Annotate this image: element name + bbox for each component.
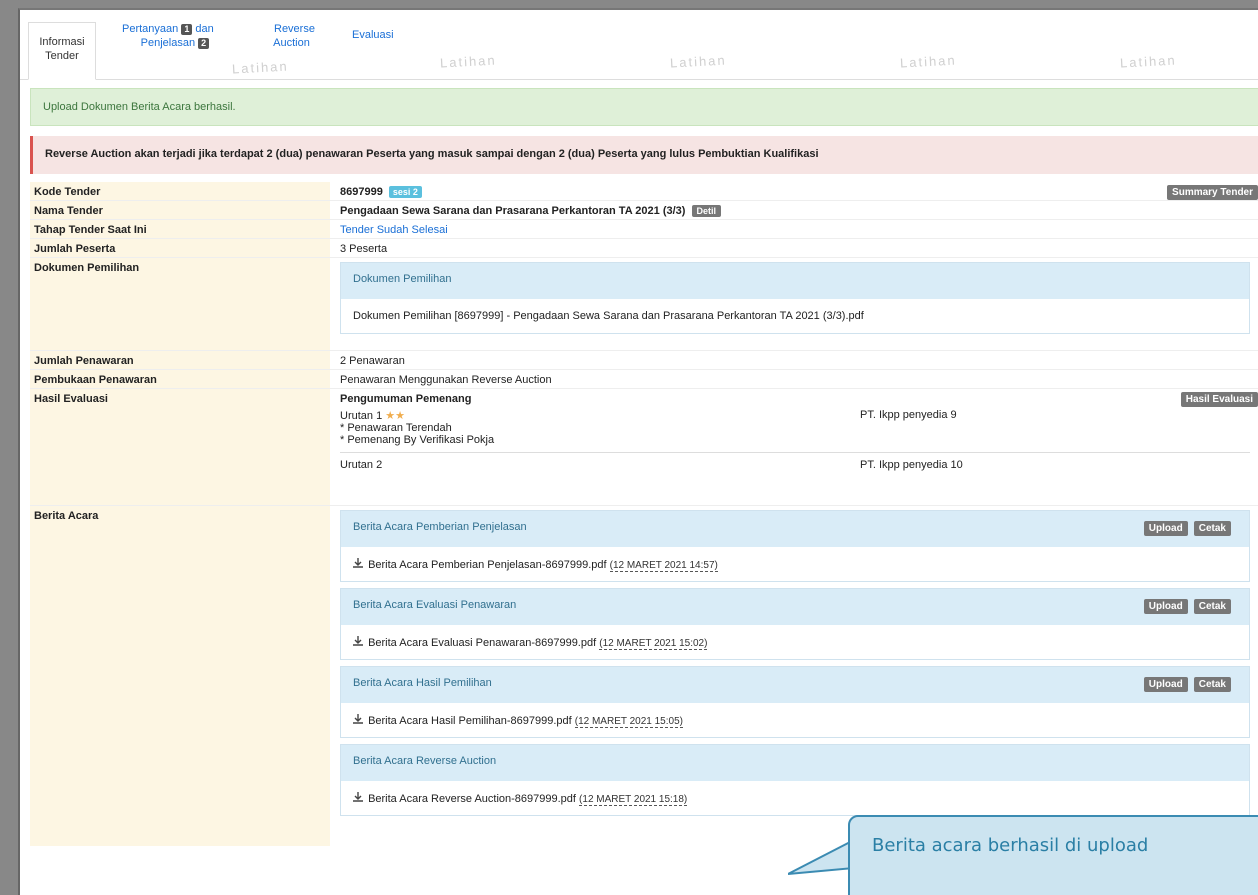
row-hasil-evaluasi: Hasil Evaluasi Pengumuman Pemenang Hasil… xyxy=(30,389,1258,506)
tahap-tender-label: Tahap Tender Saat Ini xyxy=(30,220,330,238)
berita-acara-title: Berita Acara Pemberian Penjelasan xyxy=(353,521,527,533)
reverse-auction-warning: Reverse Auction akan terjadi jika terdap… xyxy=(30,136,1258,174)
tab-informasi-line2: Tender xyxy=(45,50,79,62)
tab-evaluasi-label: Evaluasi xyxy=(352,29,394,41)
upload-button[interactable]: Upload xyxy=(1143,599,1188,614)
upload-button[interactable]: Upload xyxy=(1143,677,1188,692)
download-icon xyxy=(353,792,365,805)
tab-reverse-auction[interactable]: Reverse Auction xyxy=(268,22,315,50)
row-jumlah-peserta: Jumlah Peserta 3 Peserta xyxy=(30,239,1258,258)
summary-tender-button[interactable]: Summary Tender xyxy=(1167,185,1258,200)
sesi-badge: sesi 2 xyxy=(388,186,422,198)
watermark: Latihan xyxy=(669,52,728,71)
jumlah-peserta-value: 3 Peserta xyxy=(340,243,388,255)
berita-acara-panel: Berita Acara Reverse Auction Berita Acar… xyxy=(340,744,1250,816)
berita-acara-panel: Berita Acara Evaluasi Penawaran Upload C… xyxy=(340,588,1250,660)
tab-bar: Informasi Tender Pertanyaan 1 dan Penjel… xyxy=(20,10,1258,80)
penjelasan-count-badge: 2 xyxy=(198,38,210,49)
tahap-tender-link[interactable]: Tender Sudah Selesai xyxy=(340,224,448,236)
dokumen-pemilihan-label: Dokumen Pemilihan xyxy=(30,258,330,350)
row-kode-tender: Kode Tender 8697999 sesi 2 Summary Tende… xyxy=(30,182,1258,201)
jumlah-penawaran-label: Jumlah Penawaran xyxy=(30,351,330,369)
row-tahap-tender: Tahap Tender Saat Ini Tender Sudah Seles… xyxy=(30,220,1258,239)
success-alert: Upload Dokumen Berita Acara berhasil. xyxy=(30,88,1258,126)
urutan-1-note-2: * Pemenang By Verifikasi Pokja xyxy=(340,434,495,446)
dokumen-panel-title: Dokumen Pemilihan xyxy=(341,263,1249,299)
tab-pertanyaan-label: Pertanyaan xyxy=(122,23,179,35)
berita-acara-label: Berita Acara xyxy=(30,506,330,846)
tab-evaluasi[interactable]: Evaluasi xyxy=(352,28,394,42)
berita-acara-title: Berita Acara Reverse Auction xyxy=(353,755,497,767)
watermark: Latihan xyxy=(439,52,498,71)
upload-success-callout: Berita acara berhasil di upload xyxy=(848,815,1258,895)
row-nama-tender: Nama Tender Pengadaan Sewa Sarana dan Pr… xyxy=(30,201,1258,220)
row-berita-acara: Berita Acara Berita Acara Pemberian Penj… xyxy=(30,506,1258,846)
urutan-1-label: Urutan 1 xyxy=(340,410,383,422)
jumlah-peserta-label: Jumlah Peserta xyxy=(30,239,330,257)
nama-tender-label: Nama Tender xyxy=(30,201,330,219)
berita-acara-file[interactable]: Berita Acara Hasil Pemilihan-8697999.pdf xyxy=(368,715,572,727)
watermark: Latihan xyxy=(231,58,290,77)
dokumen-pemilihan-file[interactable]: Dokumen Pemilihan [8697999] - Pengadaan … xyxy=(353,310,864,322)
jumlah-penawaran-value: 2 Penawaran xyxy=(340,355,405,367)
pertanyaan-count-badge: 1 xyxy=(181,24,193,35)
tab-penjelasan-label: Penjelasan xyxy=(140,37,196,49)
berita-acara-file[interactable]: Berita Acara Evaluasi Penawaran-8697999.… xyxy=(368,637,596,649)
download-icon xyxy=(353,636,365,649)
hasil-evaluasi-label: Hasil Evaluasi xyxy=(30,389,330,505)
cetak-button[interactable]: Cetak xyxy=(1193,677,1231,692)
berita-acara-panel: Berita Acara Pemberian Penjelasan Upload… xyxy=(340,510,1250,582)
urutan-1-note-1: * Penawaran Terendah xyxy=(340,422,452,434)
kode-tender-value: 8697999 xyxy=(340,186,383,198)
pengumuman-pemenang-title: Pengumuman Pemenang xyxy=(340,393,472,405)
kode-tender-label: Kode Tender xyxy=(30,182,330,200)
cetak-button[interactable]: Cetak xyxy=(1193,521,1231,536)
urutan-2-label: Urutan 2 xyxy=(340,459,383,471)
pembukaan-penawaran-label: Pembukaan Penawaran xyxy=(30,370,330,388)
tab-informasi-line1: Informasi xyxy=(39,36,85,48)
dokumen-pemilihan-panel: Dokumen Pemilihan Dokumen Pemilihan [869… xyxy=(340,262,1250,334)
urutan-1-row: Urutan 1 ★★ * Penawaran Terendah * Pemen… xyxy=(340,405,1250,446)
hasil-evaluasi-button[interactable]: Hasil Evaluasi xyxy=(1180,392,1258,407)
berita-acara-file[interactable]: Berita Acara Pemberian Penjelasan-869799… xyxy=(368,559,607,571)
star-icon: ★★ xyxy=(385,410,405,422)
tab-pertanyaan-dan: dan xyxy=(195,23,214,35)
berita-acara-panel: Berita Acara Hasil Pemilihan Upload Ceta… xyxy=(340,666,1250,738)
tab-reverse-line2: Auction xyxy=(273,37,310,49)
berita-acara-date: (12 MARET 2021 15:18) xyxy=(579,794,688,806)
nama-tender-value: Pengadaan Sewa Sarana dan Prasarana Perk… xyxy=(340,205,686,217)
berita-acara-title: Berita Acara Evaluasi Penawaran xyxy=(353,599,517,611)
urutan-1-peserta: PT. Ikpp penyedia 9 xyxy=(860,409,957,421)
berita-acara-date: (12 MARET 2021 15:02) xyxy=(599,638,708,650)
watermark: Latihan xyxy=(899,52,958,71)
tab-informasi-tender[interactable]: Informasi Tender xyxy=(28,22,96,80)
cetak-button[interactable]: Cetak xyxy=(1193,599,1231,614)
download-icon xyxy=(353,558,365,571)
row-jumlah-penawaran: Jumlah Penawaran 2 Penawaran xyxy=(30,351,1258,370)
berita-acara-date: (12 MARET 2021 14:57) xyxy=(609,560,718,572)
upload-button[interactable]: Upload xyxy=(1143,521,1188,536)
berita-acara-file[interactable]: Berita Acara Reverse Auction-8697999.pdf xyxy=(368,793,576,805)
download-icon xyxy=(353,714,365,727)
tab-reverse-line1: Reverse xyxy=(274,23,315,35)
row-pembukaan-penawaran: Pembukaan Penawaran Penawaran Menggunaka… xyxy=(30,370,1258,389)
tab-pertanyaan-penjelasan[interactable]: Pertanyaan 1 dan Penjelasan 2 xyxy=(122,22,214,50)
tender-page: Informasi Tender Pertanyaan 1 dan Penjel… xyxy=(18,8,1258,895)
pembukaan-penawaran-value: Penawaran Menggunakan Reverse Auction xyxy=(340,374,552,386)
berita-acara-date: (12 MARET 2021 15:05) xyxy=(574,716,683,728)
tender-info-table: Kode Tender 8697999 sesi 2 Summary Tende… xyxy=(30,182,1258,846)
watermark: Latihan xyxy=(1119,52,1178,71)
urutan-2-row: Urutan 2 PT. Ikpp penyedia 10 xyxy=(340,452,1250,471)
row-dokumen-pemilihan: Dokumen Pemilihan Dokumen Pemilihan Doku… xyxy=(30,258,1258,351)
berita-acara-title: Berita Acara Hasil Pemilihan xyxy=(353,677,492,689)
urutan-2-peserta: PT. Ikpp penyedia 10 xyxy=(860,459,963,471)
detil-button[interactable]: Detil xyxy=(691,205,722,217)
